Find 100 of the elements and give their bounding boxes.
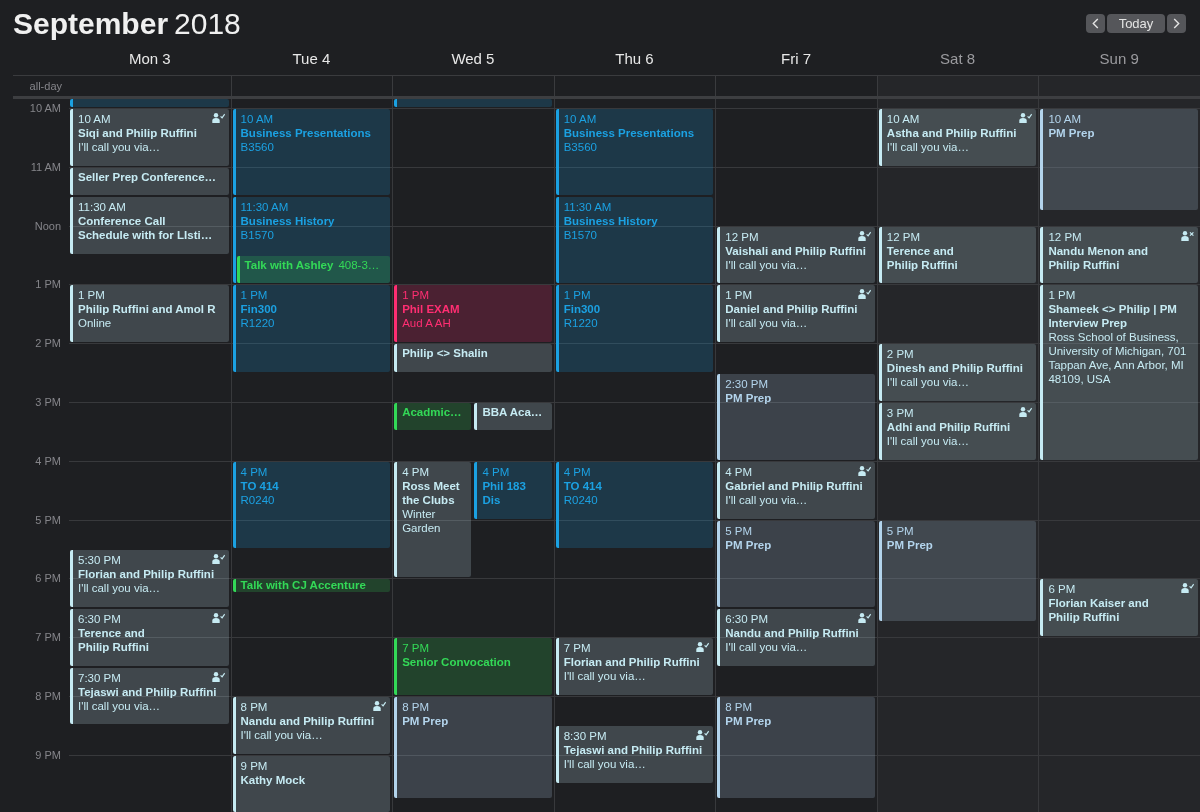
- event-card[interactable]: 8 PM PM Prep: [717, 697, 875, 798]
- event-detail: Aud A AH: [402, 316, 451, 331]
- event-title: PM Prep: [725, 537, 772, 552]
- event-card[interactable]: 7:30 PM Tejaswi and Philip Ruffini I'll call you via…: [70, 667, 229, 725]
- event-card[interactable]: 8 PM Nandu and Philip Ruffini I'll call you via…: [232, 697, 391, 754]
- event-time: 9 PM: [240, 758, 268, 773]
- event-card[interactable]: 5:30 PM Florian and Philip Ruffini I'll call you via…: [70, 550, 229, 607]
- event-card[interactable]: 10 AM Astha and Philip Ruffini I'll call you via…: [878, 109, 1037, 166]
- event-title: Tejaswi and Philip Ruffini: [563, 743, 703, 758]
- event-title: Nandu and Philip Ruffini: [240, 714, 375, 728]
- event-card[interactable]: Seller Prep Conference…: [70, 167, 229, 196]
- event-card[interactable]: 1 PM Philip Ruffini and Amol R Online: [70, 285, 229, 343]
- event-card[interactable]: 11:30 AM Conference Call Schedule with for LIsti…: [70, 197, 229, 254]
- event-card[interactable]: Philip <> Shalin: [394, 344, 552, 372]
- event-card[interactable]: Talk with Ashley 408-3…: [236, 256, 391, 284]
- event-card[interactable]: 6:30 PM Nandu and Philip Ruffini I'll call you via…: [717, 608, 875, 666]
- event-card[interactable]: 6:30 PM Terence and Philip Ruffini: [70, 608, 229, 666]
- event-card[interactable]: 1 PM Shameek <> Philip | PM Interview Prep Ross School of Business, University of Michigan, 701 Tappan Ave, Ann Arbor, MI 48109, USA: [1040, 285, 1198, 460]
- event-card[interactable]: 6 PM Florian Kaiser and Philip Ruffini: [1040, 579, 1198, 637]
- event-card[interactable]: 4 PM Gabriel and Philip Ruffini I'll call you via…: [717, 461, 875, 519]
- event-time: 5 PM: [725, 523, 753, 538]
- event-card[interactable]: 3 PM Adhi and Philip Ruffini I'll call you via…: [878, 403, 1037, 460]
- event-title: PM Prep: [402, 714, 449, 728]
- event-card[interactable]: 11:30 AM Business History B1570: [555, 197, 714, 284]
- event-detail: I'll call you via…: [725, 492, 808, 507]
- event-card[interactable]: 1 PM Daniel and Philip Ruffini I'll call you via…: [717, 285, 875, 343]
- event-card[interactable]: 8:30 PM Tejaswi and Philip Ruffini I'll call you via…: [555, 726, 714, 784]
- event-card[interactable]: 10 AM Business Presentations B3560: [555, 109, 714, 196]
- event-card[interactable]: 5 PM PM Prep: [717, 520, 875, 607]
- event-detail: R0240: [240, 492, 275, 507]
- event-time: 3 PM: [886, 406, 914, 420]
- event-title: Terence and Philip Ruffini: [78, 625, 149, 654]
- event-time: 4 PM: [240, 464, 268, 479]
- event-card[interactable]: Acadmic…: [394, 403, 472, 431]
- event-card[interactable]: 10 AM Siqi and Philip Ruffini I'll call you via…: [70, 109, 229, 166]
- event-detail: I'll call you via…: [886, 140, 969, 154]
- event-title: Seller Prep Conference…: [78, 169, 217, 184]
- event-card[interactable]: 4 PM Ross Meet the Clubs Winter Garden: [394, 461, 472, 578]
- hour-label: 6 PM: [35, 571, 61, 586]
- all-day-cell[interactable]: [876, 76, 1039, 96]
- event-card[interactable]: 2 PM Dinesh and Philip Ruffini I'll call you via…: [878, 344, 1037, 401]
- event-title: Adhi and Philip Ruffini: [886, 420, 1011, 434]
- event-card[interactable]: 4 PM TO 414 R0240: [232, 461, 391, 548]
- event-card[interactable]: 1 PM Fin300 R1220: [232, 285, 391, 372]
- event-title: Acadmic…: [402, 405, 462, 419]
- event-time: 10 AM: [78, 112, 111, 126]
- event-title: Nandu Menon and Philip Ruffini: [1048, 243, 1149, 272]
- hour-label: 2 PM: [35, 336, 61, 351]
- hour-label: 4 PM: [35, 453, 61, 468]
- event-card[interactable]: 4 PM Phil 183 Dis: [474, 461, 552, 519]
- event-title: Vaishali and Philip Ruffini: [725, 243, 866, 258]
- event-card[interactable]: 5 PM PM Prep: [878, 520, 1037, 622]
- event-title: Business History: [563, 214, 658, 229]
- event-time: 10 AM: [886, 112, 920, 126]
- event-detail: I'll call you via…: [240, 728, 323, 742]
- event-card[interactable]: 7 PM Florian and Philip Ruffini I'll call you via…: [555, 638, 714, 695]
- all-day-cell[interactable]: [1038, 76, 1200, 96]
- event-title: BBA Aca…: [482, 405, 543, 419]
- hour-label: 7 PM: [35, 630, 61, 645]
- event-detail: B1570: [240, 228, 274, 243]
- event-card[interactable]: 2:30 PM PM Prep: [717, 373, 875, 460]
- day-label: Tue 4: [292, 50, 331, 68]
- event-card[interactable]: 1 PM Phil EXAM Aud A AH: [394, 285, 552, 343]
- previous-week-button[interactable]: [1086, 14, 1105, 33]
- event-title: Nandu and Philip Ruffini: [725, 625, 859, 640]
- event-time: 6 PM: [1048, 582, 1076, 597]
- event-detail: I'll call you via…: [78, 581, 161, 595]
- day-label: Fri 7: [781, 50, 812, 68]
- event-title: Phil 183 Dis: [482, 478, 526, 507]
- event-time: 1 PM: [563, 288, 591, 303]
- event-card[interactable]: 8 PM PM Prep: [394, 697, 552, 798]
- event-time: 6:30 PM: [725, 611, 769, 626]
- hour-label: 10 AM: [29, 101, 61, 115]
- event-card[interactable]: BBA Aca…: [474, 403, 552, 431]
- event-time: 11:30 AM: [240, 200, 289, 215]
- event-card[interactable]: 12 PM Vaishali and Philip Ruffini I'll call you via…: [717, 226, 875, 284]
- event-card[interactable]: 12 PM Terence and Philip Ruffini: [878, 226, 1037, 284]
- event-detail: I'll call you via…: [886, 375, 969, 390]
- event-card[interactable]: [70, 99, 229, 107]
- hour-label: 3 PM: [35, 395, 61, 409]
- event-detail: Winter Garden: [402, 506, 441, 535]
- event-detail: Ross School of Business, University of Michigan, 701 Tappan Ave, Ann Arbor, MI 48109, USA: [1048, 330, 1187, 387]
- hour-label: 8 PM: [35, 689, 61, 703]
- next-week-button[interactable]: [1167, 14, 1186, 33]
- event-card[interactable]: 12 PM Nandu Menon and Philip Ruffini: [1040, 226, 1198, 284]
- event-card[interactable]: 10 AM PM Prep: [1040, 109, 1198, 210]
- event-title: Kathy Mock: [240, 772, 306, 787]
- event-card[interactable]: 9 PM Kathy Mock: [232, 755, 391, 812]
- month-title: September: [13, 6, 169, 41]
- event-card[interactable]: 4 PM TO 414 R0240: [555, 461, 714, 548]
- year-title: 2018: [174, 6, 241, 41]
- event-card[interactable]: 1 PM Fin300 R1220: [555, 285, 714, 372]
- today-button[interactable]: Today: [1107, 14, 1165, 33]
- event-time: 2 PM: [886, 347, 914, 362]
- event-card[interactable]: Talk with CJ Accenture: [232, 579, 391, 593]
- event-card[interactable]: 10 AM Business Presentations B3560: [232, 109, 391, 196]
- event-card[interactable]: [394, 99, 552, 107]
- event-title: Florian Kaiser and Philip Ruffini: [1048, 596, 1149, 625]
- event-time: 1 PM: [78, 288, 105, 303]
- event-card[interactable]: 7 PM Senior Convocation: [394, 638, 552, 695]
